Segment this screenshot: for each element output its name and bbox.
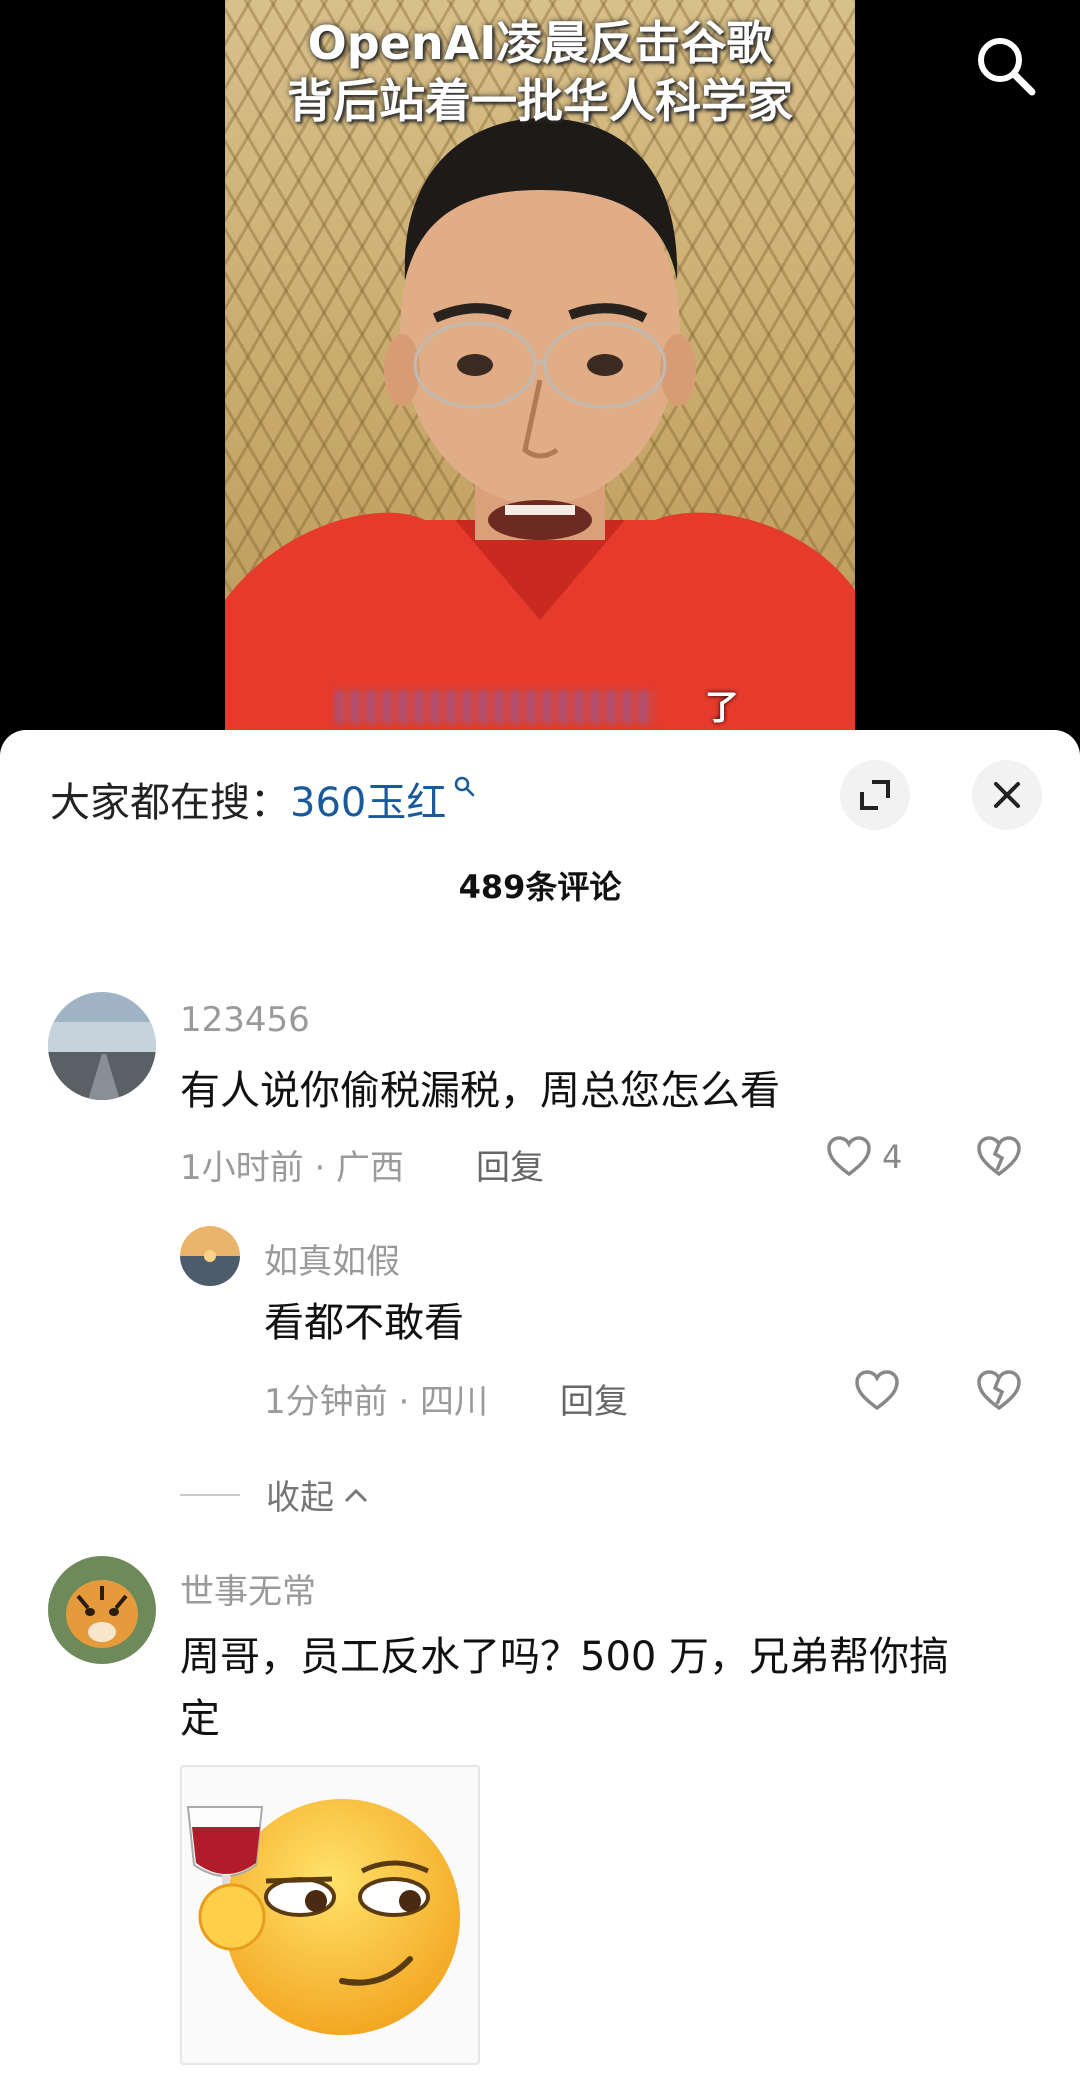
video-player[interactable]: OpenAI凌晨反击谷歌 背后站着一批华人科学家 了: [0, 0, 1080, 760]
avatar[interactable]: [180, 1226, 240, 1286]
search-icon: [978, 38, 1036, 96]
close-button[interactable]: [972, 760, 1042, 830]
close-icon: [994, 782, 1020, 808]
avatar[interactable]: [48, 992, 156, 1100]
comment-text-line1: 周哥，员工反水了吗？500 万，兄弟帮你搞: [180, 1634, 950, 1680]
subtitle-text: 了: [705, 688, 739, 728]
dislike-button[interactable]: [976, 1136, 1022, 1182]
expand-icon: [860, 780, 890, 810]
collapse-replies-button[interactable]: 收起: [180, 1470, 370, 1519]
comment-text: 有人说你偷税漏税，周总您怎么看: [180, 1068, 780, 1114]
comment-meta: 1分钟前 · 四川: [264, 1382, 489, 1422]
like-count: 4: [882, 1138, 903, 1176]
reply-button[interactable]: 回复: [560, 1374, 628, 1423]
video-title-overlay: OpenAI凌晨反击谷歌 背后站着一批华人科学家: [225, 14, 855, 130]
comment-sheet: 大家都在搜： 360玉红 489条评论: [0, 730, 1080, 2090]
collapse-label: 收起: [266, 1478, 334, 1518]
broken-heart-icon: [977, 1136, 1021, 1177]
avatar-sunset-image: [180, 1226, 240, 1286]
heart-icon: [827, 1136, 871, 1177]
comment-username[interactable]: 123456: [180, 1000, 310, 1040]
video-title-line1: OpenAI凌晨反击谷歌: [307, 16, 773, 70]
comment-count: 489条评论: [458, 868, 622, 906]
divider: [180, 1493, 240, 1496]
dislike-button[interactable]: [976, 1370, 1022, 1416]
reply-button[interactable]: 回复: [476, 1140, 544, 1189]
comment-sticker[interactable]: [180, 1765, 480, 2065]
heart-icon: [855, 1370, 899, 1411]
avatar[interactable]: [48, 1556, 156, 1664]
avatar-tiger-image: [48, 1556, 156, 1664]
comment-text-line2: 定: [180, 1696, 220, 1742]
comment-username[interactable]: 世事无常: [180, 1564, 316, 1613]
comment-text: 周哥，员工反水了吗？500 万，兄弟帮你搞 定: [180, 1626, 1050, 1750]
comment-username[interactable]: 如真如假: [264, 1234, 400, 1283]
like-button[interactable]: [854, 1370, 900, 1412]
hot-search-bar[interactable]: 大家都在搜： 360玉红: [50, 770, 476, 828]
search-button[interactable]: [970, 30, 1042, 102]
video-frame[interactable]: OpenAI凌晨反击谷歌 背后站着一批华人科学家 了: [225, 0, 855, 760]
search-icon: [455, 776, 475, 797]
smirk-emoji-icon: [186, 1799, 460, 2035]
video-title-line2: 背后站着一批华人科学家: [287, 74, 793, 128]
chevron-up-icon: [344, 1488, 368, 1502]
avatar-road-image: [48, 992, 156, 1100]
blurred-subtitle: [335, 690, 655, 724]
expand-button[interactable]: [840, 760, 910, 830]
hot-search-prefix: 大家都在搜：: [50, 780, 290, 826]
like-button[interactable]: 4: [826, 1136, 902, 1178]
comment-meta: 1小时前 · 广西: [180, 1148, 405, 1188]
comment-text: 看都不敢看: [264, 1300, 464, 1346]
hot-search-keyword[interactable]: 360玉红: [290, 770, 446, 828]
broken-heart-icon: [977, 1370, 1021, 1411]
